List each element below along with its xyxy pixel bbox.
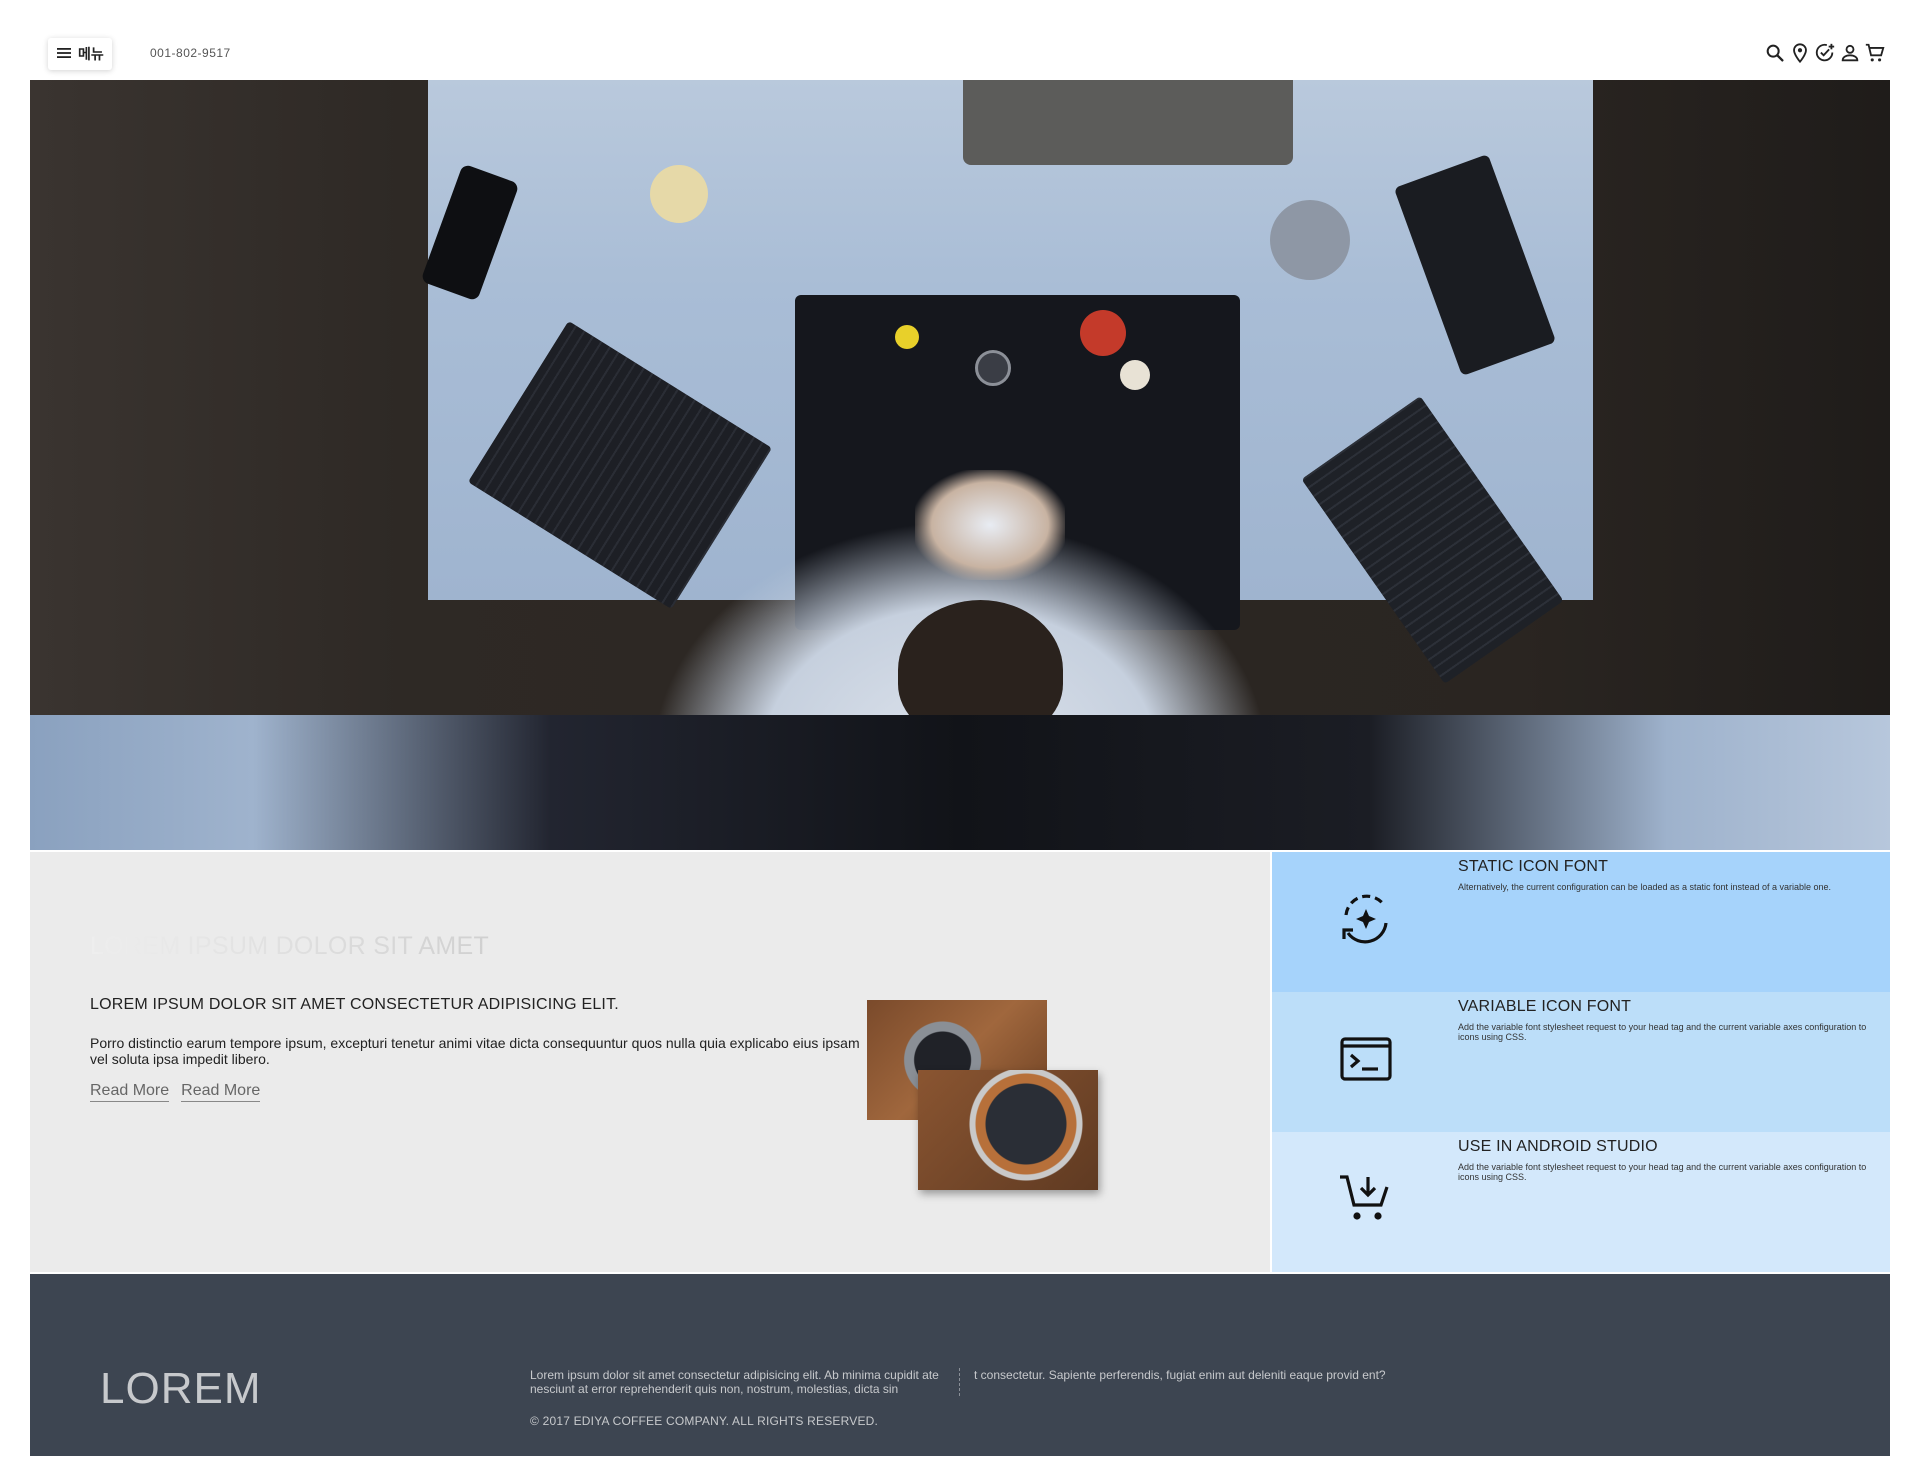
watch-part bbox=[975, 350, 1011, 386]
user-icon[interactable] bbox=[1839, 42, 1861, 64]
search-icon[interactable] bbox=[1764, 42, 1786, 64]
hamburger-icon bbox=[56, 45, 72, 64]
footer-text: Lorem ipsum dolor sit amet consectetur a… bbox=[530, 1368, 1394, 1396]
terminal-icon bbox=[1334, 1027, 1398, 1091]
sync-sparkle-icon bbox=[1334, 887, 1398, 951]
phone-number: 001-802-9517 bbox=[150, 46, 231, 60]
feature-title: STATIC ICON FONT bbox=[1458, 858, 1609, 875]
stand bbox=[1270, 200, 1350, 280]
site-footer: LOREM Lorem ipsum dolor sit amet consect… bbox=[30, 1274, 1890, 1456]
location-pin-icon[interactable] bbox=[1789, 42, 1811, 64]
hero-image-zoom bbox=[30, 715, 1890, 850]
feature-title: USE IN ANDROID STUDIO bbox=[1458, 1138, 1658, 1155]
feature-list: STATIC ICON FONT Alternatively, the curr… bbox=[1272, 852, 1890, 1272]
footer-logo: LOREM bbox=[100, 1364, 262, 1413]
section-paragraph: Porro distinctio earum tempore ipsum, ex… bbox=[90, 1035, 860, 1067]
footer-text-col-2: t consectetur. Sapiente perferendis, fug… bbox=[974, 1368, 1386, 1382]
printer bbox=[963, 80, 1293, 165]
hero-banner bbox=[30, 80, 1890, 850]
watch-image-2 bbox=[918, 1070, 1098, 1190]
jar bbox=[650, 165, 708, 223]
read-more-link-1[interactable]: Read More bbox=[90, 1082, 170, 1102]
read-more-link-2[interactable]: Read More bbox=[181, 1082, 261, 1102]
footer-text-col-1: Lorem ipsum dolor sit amet consectetur a… bbox=[530, 1368, 960, 1396]
feature-description: Alternatively, the current configuration… bbox=[1458, 882, 1832, 892]
menu-button[interactable]: 메뉴 bbox=[48, 38, 112, 70]
feature-static-icon-font: STATIC ICON FONT Alternatively, the curr… bbox=[1272, 852, 1890, 992]
read-more-links: Read More Read More bbox=[90, 1082, 261, 1102]
yellow-dial bbox=[895, 325, 919, 349]
header-icons bbox=[1764, 42, 1886, 64]
section-subheading: LOREM IPSUM DOLOR SIT AMET CONSECTETUR A… bbox=[90, 996, 619, 1013]
add-to-cart-icon bbox=[1334, 1167, 1398, 1231]
red-dial bbox=[1080, 310, 1126, 356]
feature-android-studio: USE IN ANDROID STUDIO Add the variable f… bbox=[1272, 1132, 1890, 1272]
section-title: LOREM IPSUM DOLOR SIT AMET bbox=[90, 932, 490, 960]
feature-variable-icon-font: VARIABLE ICON FONT Add the variable font… bbox=[1272, 992, 1890, 1132]
intro-section: LOREM IPSUM DOLOR SIT AMET LOREM IPSUM D… bbox=[30, 852, 1270, 1272]
copyright: © 2017 EDIYA COFFEE COMPANY. ALL RIGHTS … bbox=[530, 1414, 879, 1428]
site-header: 메뉴 001-802-9517 bbox=[0, 0, 1920, 80]
feature-title: VARIABLE ICON FONT bbox=[1458, 998, 1632, 1015]
hands bbox=[915, 470, 1065, 580]
feature-description: Add the variable font stylesheet request… bbox=[1458, 1022, 1867, 1042]
menu-label: 메뉴 bbox=[78, 46, 104, 62]
feature-description: Add the variable font stylesheet request… bbox=[1458, 1162, 1867, 1182]
white-dial bbox=[1120, 360, 1150, 390]
cart-icon[interactable] bbox=[1864, 42, 1886, 64]
add-task-icon[interactable] bbox=[1814, 42, 1836, 64]
hero-image bbox=[30, 80, 1890, 715]
